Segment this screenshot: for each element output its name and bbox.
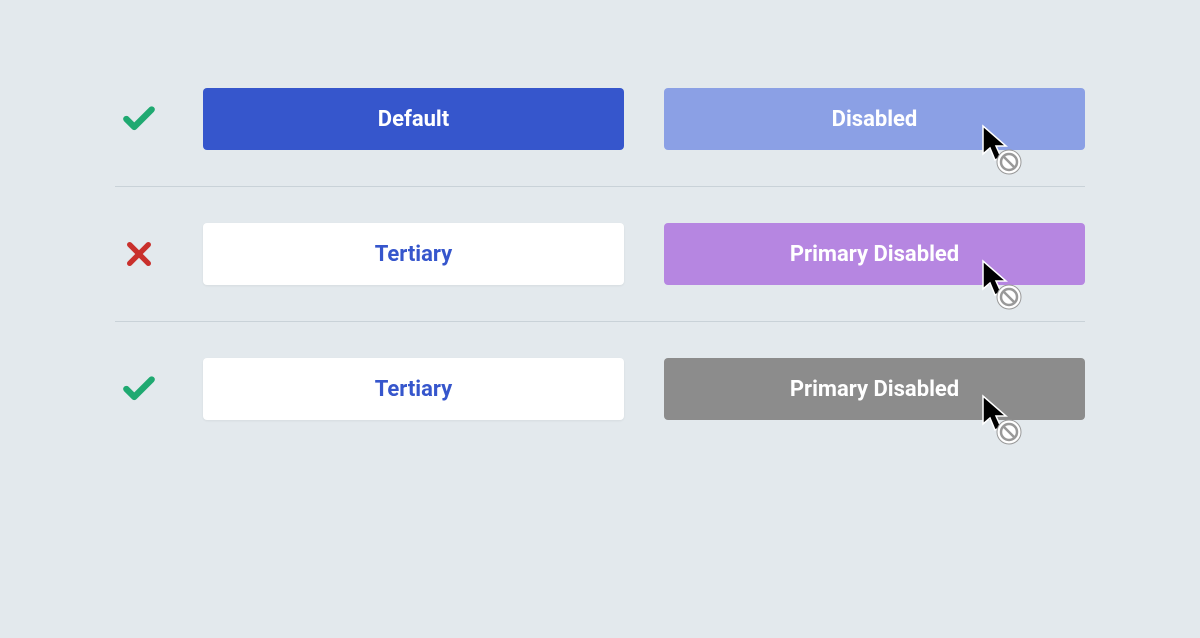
disabled-button: Disabled xyxy=(664,88,1085,150)
button-label: Disabled xyxy=(832,107,918,132)
check-icon xyxy=(115,100,163,138)
tertiary-button[interactable]: Tertiary xyxy=(203,223,624,285)
example-row: Tertiary Primary Disabled xyxy=(115,321,1085,438)
button-label: Default xyxy=(378,107,449,132)
check-icon xyxy=(115,370,163,408)
example-row: Tertiary Primary Disabled xyxy=(115,186,1085,321)
tertiary-button[interactable]: Tertiary xyxy=(203,358,624,420)
cursor-not-allowed-icon xyxy=(981,124,1025,182)
button-label: Primary Disabled xyxy=(790,242,959,267)
example-grid: Default Disabled Tertiary Primary Disabl… xyxy=(115,70,1085,438)
cursor-not-allowed-icon xyxy=(981,259,1025,317)
default-button[interactable]: Default xyxy=(203,88,624,150)
primary-disabled-button: Primary Disabled xyxy=(664,358,1085,420)
cross-icon xyxy=(115,238,163,270)
button-label: Primary Disabled xyxy=(790,377,959,402)
cursor-not-allowed-icon xyxy=(981,394,1025,452)
example-row: Default Disabled xyxy=(115,70,1085,186)
button-label: Tertiary xyxy=(375,242,452,267)
primary-disabled-button: Primary Disabled xyxy=(664,223,1085,285)
button-label: Tertiary xyxy=(375,377,452,402)
